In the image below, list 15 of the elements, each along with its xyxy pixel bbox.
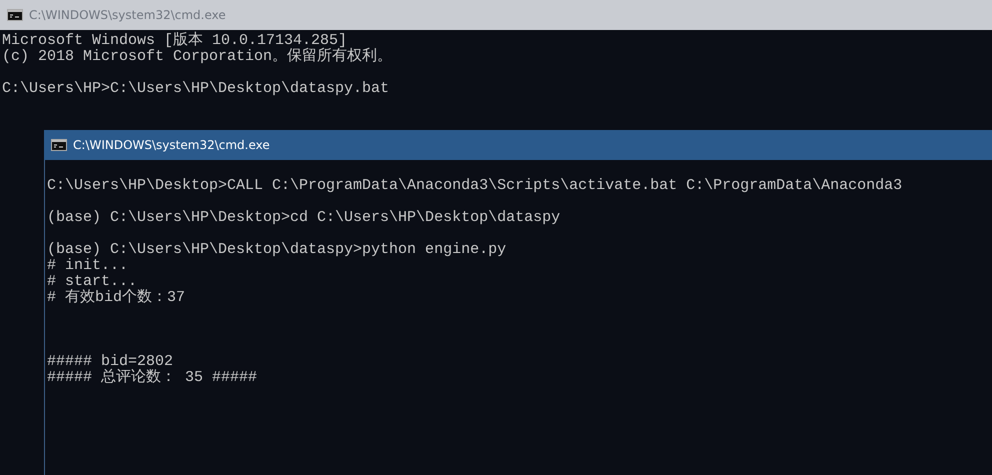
console-line: # 有效bid个数：37 xyxy=(47,289,186,306)
window-title: C:\WINDOWS\system32\cmd.exe xyxy=(73,138,270,152)
window-title: C:\WINDOWS\system32\cmd.exe xyxy=(29,8,226,22)
console-line: (c) 2018 Microsoft Corporation。保留所有权利。 xyxy=(2,48,392,65)
console-line: # init... xyxy=(47,257,128,274)
console-line: Microsoft Windows [版本 10.0.17134.285] xyxy=(2,32,348,49)
console-line: (base) C:\Users\HP\Desktop\dataspy>python engine.py xyxy=(47,241,506,258)
console-line: # start... xyxy=(47,273,138,290)
terminal-icon xyxy=(51,139,67,151)
console-line: ##### 总评论数： 35 ##### xyxy=(47,369,258,386)
terminal-icon xyxy=(7,9,23,21)
console-line: (base) C:\Users\HP\Desktop>cd C:\Users\HP\Desktop\dataspy xyxy=(47,209,560,226)
console-line: C:\Users\HP\Desktop>CALL C:\ProgramData\Anaconda3\Scripts\activate.bat C:\ProgramData\Anaconda3 xyxy=(47,177,902,194)
console-line: C:\Users\HP>C:\Users\HP\Desktop\dataspy.bat xyxy=(2,80,390,97)
console-line: ##### bid=2802 xyxy=(47,353,174,370)
